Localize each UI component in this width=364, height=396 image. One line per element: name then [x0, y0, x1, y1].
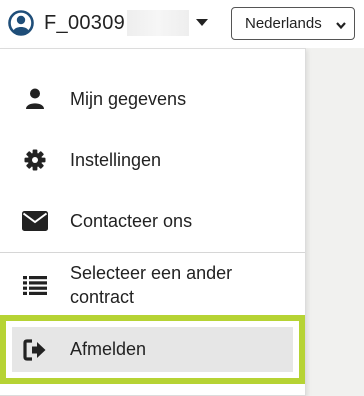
list-icon — [20, 270, 50, 300]
language-select-value: Nederlands — [245, 15, 322, 32]
menu-item-logout[interactable]: Afmelden — [12, 327, 293, 372]
menu-item-label: Mijn gegevens — [70, 89, 187, 109]
user-menu-trigger[interactable]: F_00309 — [6, 6, 216, 40]
user-circle-icon — [6, 8, 36, 38]
page-background — [306, 48, 364, 396]
user-id: F_00309 — [44, 11, 126, 34]
language-select[interactable]: Nederlands — [231, 7, 355, 40]
redacted-user-id — [127, 10, 190, 36]
envelope-icon — [20, 206, 50, 236]
menu-item-contact[interactable]: Contacteer ons — [0, 198, 305, 244]
chevron-down-icon — [335, 18, 347, 30]
user-icon — [20, 84, 50, 114]
menu-item-label: Contacteer ons — [70, 211, 193, 231]
menu-divider — [0, 252, 305, 253]
logout-highlight: Afmelden — [0, 315, 305, 384]
user-dropdown-menu: Mijn gegevens Instellingen Contacteer on… — [0, 48, 306, 396]
menu-item-settings[interactable]: Instellingen — [0, 137, 305, 183]
sign-out-icon — [20, 335, 50, 365]
menu-item-label: Instellingen — [70, 150, 162, 170]
menu-item-label: Selecteer een ander contract — [70, 263, 233, 307]
menu-item-label: Afmelden — [70, 339, 147, 359]
gear-icon — [20, 145, 50, 175]
menu-item-my-details[interactable]: Mijn gegevens — [0, 76, 305, 122]
top-bar: F_00309 Nederlands — [0, 0, 364, 48]
menu-item-select-contract[interactable]: Selecteer een ander contract — [0, 259, 305, 311]
caret-down-icon — [195, 16, 209, 30]
page: F_00309 Nederlands Mijn gegevens Instell… — [0, 0, 364, 396]
